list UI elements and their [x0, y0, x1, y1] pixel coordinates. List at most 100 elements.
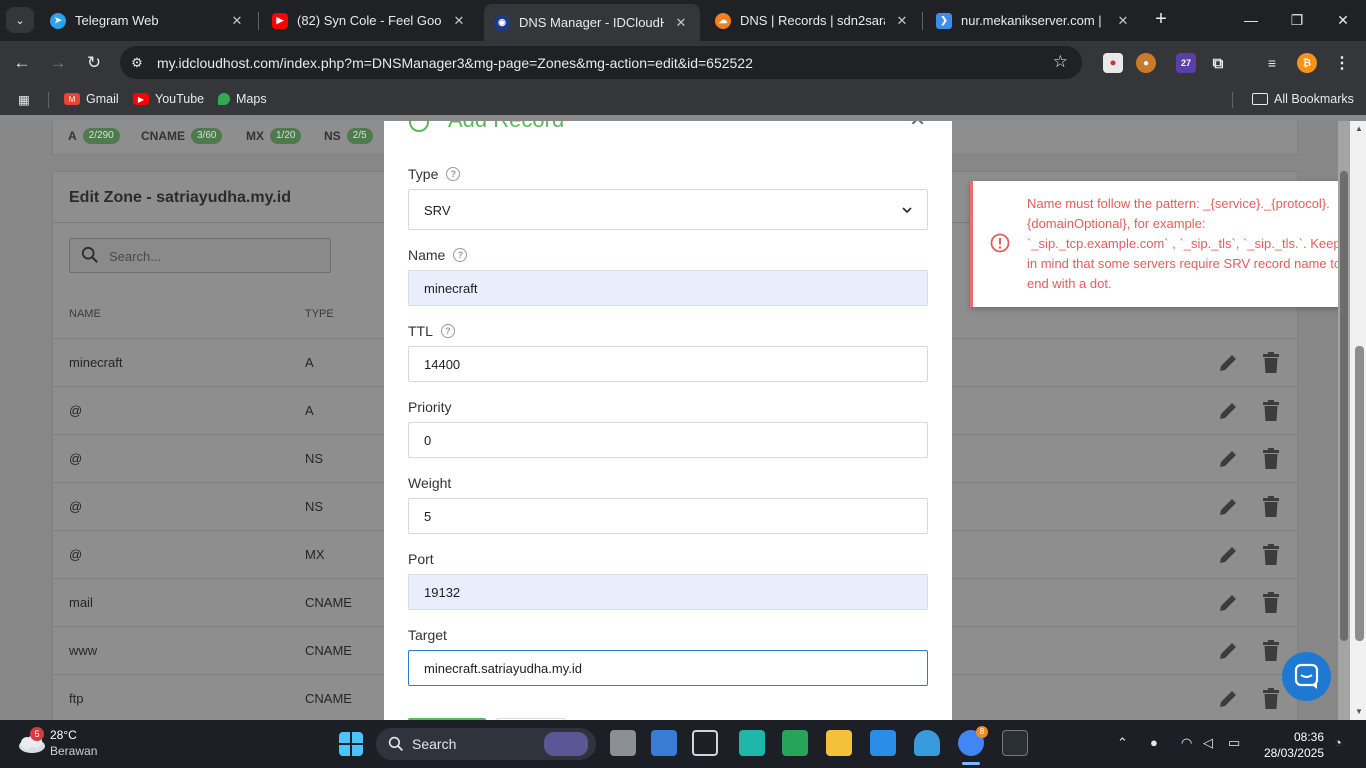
- tab-youtube[interactable]: ▶ (82) Syn Cole - Feel Good ✕: [262, 4, 478, 37]
- edit-pencil-icon[interactable]: [1217, 688, 1239, 710]
- restore-button[interactable]: ❐: [1274, 6, 1320, 34]
- close-icon[interactable]: ✕: [228, 13, 246, 29]
- ttl-label: TTL?: [408, 323, 455, 339]
- tab-cloudflare[interactable]: ☁ DNS | Records | sdn2saranjaya ✕: [705, 4, 921, 37]
- trash-icon[interactable]: [1261, 544, 1281, 566]
- add-record-modal: Add Record ✕ Type? SRV Name? TTL? Priori…: [384, 121, 952, 720]
- cloud-app-icon[interactable]: [914, 730, 940, 756]
- new-tab-button[interactable]: +: [1150, 8, 1172, 30]
- close-icon[interactable]: ✕: [893, 13, 911, 29]
- extension-badge-icon[interactable]: 27: [1176, 53, 1196, 73]
- type-label: Type?: [408, 166, 461, 182]
- cookie-icon[interactable]: ●: [1136, 53, 1156, 73]
- edit-pencil-icon[interactable]: [1217, 400, 1239, 422]
- target-input[interactable]: [408, 650, 928, 686]
- target-label: Target: [408, 627, 447, 643]
- close-window-button[interactable]: ✕: [1320, 6, 1366, 34]
- priority-label: Priority: [408, 399, 452, 415]
- type-select[interactable]: SRV: [408, 189, 928, 230]
- virtualbox-icon[interactable]: [692, 730, 718, 756]
- close-icon[interactable]: ✕: [1114, 13, 1132, 29]
- security-icon[interactable]: ●: [1150, 735, 1158, 750]
- close-icon[interactable]: ✕: [909, 121, 926, 132]
- chat-button[interactable]: [1282, 652, 1331, 701]
- youtube-icon: ▶: [272, 12, 288, 29]
- trash-icon[interactable]: [1261, 352, 1281, 374]
- bookmark-youtube[interactable]: ▶ YouTube: [133, 92, 204, 106]
- chevron-up-icon[interactable]: ⌃: [1117, 735, 1128, 751]
- tab-title: DNS Manager - IDCloudHost: [519, 15, 664, 30]
- page-scroll-thumb[interactable]: [1340, 171, 1348, 641]
- trash-icon[interactable]: [1261, 640, 1281, 662]
- bookmark-maps[interactable]: Maps: [218, 92, 267, 106]
- task-view-icon[interactable]: [610, 730, 636, 756]
- scroll-down-icon[interactable]: ▼: [1355, 707, 1363, 716]
- clock[interactable]: 08:36 28/03/2025: [1260, 729, 1324, 761]
- all-bookmarks[interactable]: All Bookmarks: [1252, 92, 1354, 106]
- port-input[interactable]: [408, 574, 928, 610]
- help-icon[interactable]: ?: [446, 167, 461, 181]
- edit-pencil-icon[interactable]: [1217, 496, 1239, 518]
- edit-pencil-icon[interactable]: [1217, 640, 1239, 662]
- forward-button[interactable]: →: [45, 50, 71, 76]
- tab-mekanikserver[interactable]: ❯ nur.mekanikserver.com | DNS ✕: [926, 4, 1142, 37]
- puzzle-icon[interactable]: ⧉: [1208, 53, 1228, 73]
- notification-icon[interactable]: ◔: [1334, 735, 1342, 750]
- trash-icon[interactable]: [1261, 448, 1281, 470]
- edit-pencil-icon[interactable]: [1217, 352, 1239, 374]
- name-input[interactable]: [408, 270, 928, 306]
- back-button[interactable]: ←: [9, 50, 35, 76]
- close-icon[interactable]: ✕: [672, 15, 690, 31]
- help-icon[interactable]: ?: [440, 324, 455, 338]
- menu-icon[interactable]: ⋮: [1332, 53, 1352, 73]
- tab-search-button[interactable]: ⌄: [6, 7, 34, 33]
- network-app-icon[interactable]: [782, 730, 808, 756]
- count-pill: 2/290: [82, 128, 120, 144]
- address-bar[interactable]: ⚙ my.idcloudhost.com/index.php?m=DNSMana…: [120, 46, 1082, 79]
- close-icon[interactable]: ✕: [450, 13, 468, 29]
- edit-pencil-icon[interactable]: [1217, 448, 1239, 470]
- record-type: A: [305, 403, 314, 418]
- trash-icon[interactable]: [1261, 496, 1281, 518]
- ext-icon[interactable]: ⏺: [1103, 53, 1123, 73]
- bookmark-star-icon[interactable]: ☆: [1053, 52, 1068, 72]
- volume-icon[interactable]: ◁: [1203, 735, 1213, 751]
- minimize-button[interactable]: —: [1228, 6, 1274, 34]
- tab-telegram[interactable]: ➤ Telegram Web ✕: [40, 4, 256, 37]
- bookmark-gmail[interactable]: M Gmail: [64, 92, 119, 106]
- name-label: Name?: [408, 247, 468, 263]
- priority-input[interactable]: [408, 422, 928, 458]
- terminal-icon[interactable]: [1002, 730, 1028, 756]
- battery-icon[interactable]: ▭: [1228, 735, 1240, 751]
- window-scroll-thumb[interactable]: [1355, 346, 1364, 641]
- weight-input[interactable]: [408, 498, 928, 534]
- edit-pencil-icon[interactable]: [1217, 544, 1239, 566]
- taskbar-search[interactable]: Search: [376, 728, 596, 760]
- edit-pencil-icon[interactable]: [1217, 592, 1239, 614]
- count-ns: NS 2/5: [324, 128, 373, 144]
- search-placeholder: Search...: [109, 249, 162, 264]
- chat-icon: [1294, 663, 1319, 689]
- windows-start-icon[interactable]: [339, 732, 363, 756]
- clock-date: 28/03/2025: [1263, 746, 1324, 760]
- apps-icon[interactable]: ▦: [18, 92, 30, 107]
- vscode-icon[interactable]: [870, 730, 896, 756]
- capture-app-icon[interactable]: [651, 730, 677, 756]
- trash-icon[interactable]: [1261, 688, 1281, 710]
- help-icon[interactable]: ?: [453, 248, 468, 262]
- file-explorer-icon[interactable]: [826, 730, 852, 756]
- wifi-icon[interactable]: ◠: [1181, 735, 1192, 751]
- trash-icon[interactable]: [1261, 592, 1281, 614]
- scroll-up-icon[interactable]: ▲: [1355, 124, 1363, 133]
- bolt-app-icon[interactable]: [739, 730, 765, 756]
- tab-dns-manager[interactable]: ◉ DNS Manager - IDCloudHost ✕: [484, 4, 700, 41]
- media-icon[interactable]: ≡: [1262, 53, 1282, 73]
- ttl-input[interactable]: [408, 346, 928, 382]
- site-info-icon[interactable]: ⚙: [128, 54, 146, 72]
- scrollbar[interactable]: ▲ ▼: [1338, 121, 1366, 720]
- bitcoin-icon[interactable]: ₿: [1297, 53, 1317, 73]
- reload-button[interactable]: ↻: [81, 50, 107, 76]
- trash-icon[interactable]: [1261, 400, 1281, 422]
- chevron-right-icon: ❯: [936, 12, 952, 29]
- zone-search-input[interactable]: Search...: [69, 238, 331, 273]
